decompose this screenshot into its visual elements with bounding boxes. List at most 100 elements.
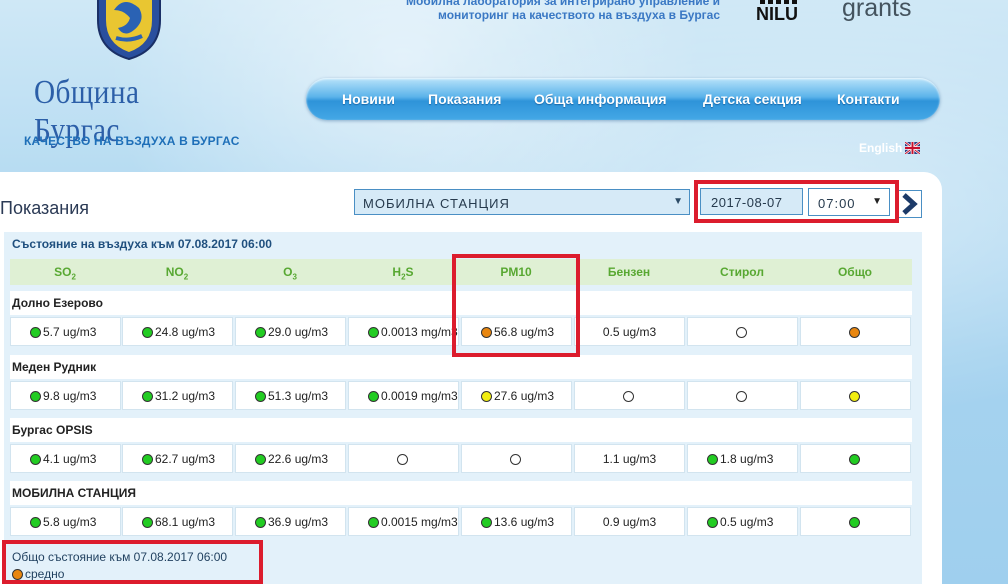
column-header-text: Общо (837, 265, 873, 279)
reading-cell-o3: 29.0 ug/m3 (235, 317, 346, 346)
column-header-text: NO (165, 265, 184, 279)
reading-cell-overall (800, 444, 911, 473)
air-status-heading: Състояние на въздуха към 07.08.2017 06:0… (12, 237, 272, 251)
reading-value: 5.7 ug/m3 (43, 325, 97, 339)
reading-value: 0.9 ug/m3 (602, 515, 657, 529)
reading-cell-h2s: 0.0015 mg/m3 (348, 507, 459, 536)
status-dot (849, 454, 860, 465)
status-dot (481, 391, 492, 402)
status-dot (368, 517, 379, 528)
reading-value: 36.9 ug/m3 (268, 515, 329, 529)
nav-item-news[interactable]: Новини (342, 91, 395, 107)
column-header-subscript: 2 (71, 272, 76, 282)
reading-value: 68.1 ug/m3 (155, 515, 216, 529)
reading-cell-benzene: 0.5 ug/m3 (574, 317, 685, 346)
station-header-row (10, 291, 912, 315)
reading-value: 29.0 ug/m3 (268, 325, 329, 339)
reading-value: 0.0015 mg/m3 (381, 515, 458, 529)
nav-item-general-info[interactable]: Обща информация (534, 91, 667, 107)
reading-cell-so2: 4.1 ug/m3 (10, 444, 121, 473)
status-dot (142, 517, 153, 528)
nav-item-kids-section[interactable]: Детска секция (703, 91, 802, 107)
status-dot (142, 391, 153, 402)
reading-value: 31.2 ug/m3 (155, 389, 216, 403)
status-dot (736, 327, 747, 338)
reading-value: 27.6 ug/m3 (494, 389, 555, 403)
submit-button[interactable] (896, 190, 922, 218)
status-dot (30, 391, 41, 402)
nav-item-contacts[interactable]: Контакти (837, 91, 900, 107)
overall-status-heading: Общо състояние към 07.08.2017 06:00 (12, 550, 228, 564)
reading-value: 9.8 ug/m3 (43, 389, 97, 403)
status-dot (368, 391, 379, 402)
station-name: Бургас OPSIS (12, 423, 93, 437)
column-header-subscript: 2 (183, 272, 189, 282)
nilu-logo-text[interactable]: NILU (756, 4, 806, 25)
reading-cell-benzene: 0.9 ug/m3 (574, 507, 685, 536)
time-select[interactable]: 07:00 ▼ (808, 188, 890, 216)
date-input[interactable]: 2017-08-07 (700, 188, 803, 215)
column-header-text: Бензен (607, 265, 651, 279)
station-header-row (10, 481, 912, 505)
column-header-styrene: Стирол (687, 265, 797, 279)
project-description-line-1: Мобилна лаборатория за интегрирано управ… (405, 0, 720, 8)
page-title: Показания (0, 198, 90, 218)
status-dot (30, 517, 41, 528)
status-dot (481, 327, 492, 338)
status-dot (849, 517, 860, 528)
reading-cell-overall (800, 381, 911, 410)
reading-value: 0.5 ug/m3 (602, 325, 657, 339)
chevron-down-icon: ▼ (673, 196, 684, 207)
station-select[interactable]: МОБИЛНА СТАНЦИЯ ▼ (354, 189, 690, 215)
reading-value: 62.7 ug/m3 (155, 452, 216, 466)
reading-value: 0.0019 mg/m3 (381, 389, 458, 403)
status-dot (30, 327, 41, 338)
time-select-value: 07:00 (818, 196, 856, 211)
reading-value: 13.6 ug/m3 (494, 515, 555, 529)
arrow-right-icon (902, 193, 918, 215)
column-header-text: H (392, 265, 402, 279)
reading-cell-pm10 (461, 444, 572, 473)
status-dot (736, 391, 747, 402)
station-header-row (10, 418, 912, 442)
reading-cell-pm10: 27.6 ug/m3 (461, 381, 572, 410)
reading-cell-overall (800, 507, 911, 536)
station-name: Меден Рудник (12, 360, 97, 374)
reading-value: 24.8 ug/m3 (155, 325, 216, 339)
reading-cell-styrene: 1.8 ug/m3 (687, 444, 798, 473)
reading-value: 1.1 ug/m3 (602, 452, 657, 466)
reading-cell-benzene (574, 381, 685, 410)
reading-cell-so2: 5.7 ug/m3 (10, 317, 121, 346)
reading-cell-no2: 24.8 ug/m3 (122, 317, 233, 346)
reading-cell-h2s: 0.0013 mg/m3 (348, 317, 459, 346)
status-dot (368, 327, 379, 338)
reading-value: 1.8 ug/m3 (720, 452, 774, 466)
station-name: Долно Езерово (12, 296, 103, 310)
status-dot (481, 517, 492, 528)
column-header-o3: O3 (235, 265, 345, 281)
reading-value: 4.1 ug/m3 (43, 452, 97, 466)
grants-logo-text[interactable]: grants (842, 0, 911, 23)
status-dot (142, 327, 153, 338)
nav-item-readings[interactable]: Показания (428, 91, 501, 107)
reading-value: 0.5 ug/m3 (720, 515, 774, 529)
project-description-line-2: мониторинг на качеството на въздуха в Бу… (438, 8, 720, 22)
station-name: МОБИЛНА СТАНЦИЯ (12, 486, 136, 500)
reading-value: 5.8 ug/m3 (43, 515, 97, 529)
status-dot (397, 454, 408, 465)
main-navigation: Новини Показания Обща информация Детска … (306, 78, 940, 120)
language-english-link[interactable]: English (859, 141, 902, 155)
status-dot (255, 391, 266, 402)
status-dot (849, 391, 860, 402)
status-dot (707, 454, 718, 465)
column-header-text: Стирол (720, 265, 764, 279)
column-header-overall: Общо (800, 265, 910, 279)
status-dot (142, 454, 153, 465)
reading-value: 0.0013 mg/m3 (381, 325, 458, 339)
uk-flag-icon[interactable] (905, 142, 920, 154)
reading-cell-pm10: 56.8 ug/m3 (461, 317, 572, 346)
reading-cell-styrene (687, 381, 798, 410)
reading-cell-styrene: 0.5 ug/m3 (687, 507, 798, 536)
column-header-suffix: S (405, 265, 414, 279)
reading-cell-h2s (348, 444, 459, 473)
